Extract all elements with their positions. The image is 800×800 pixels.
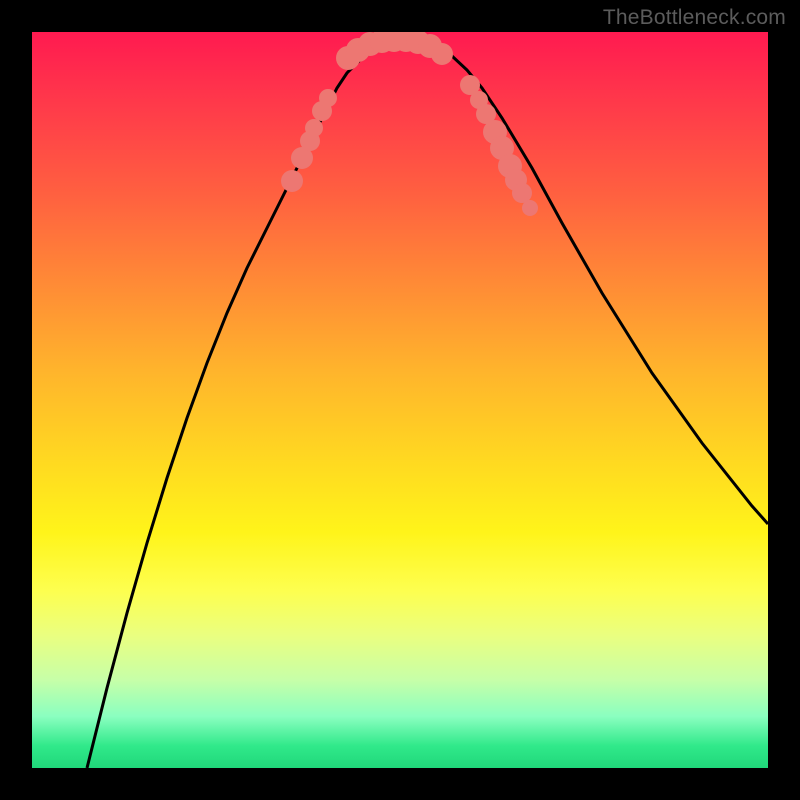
data-markers (281, 32, 538, 216)
attribution-label: TheBottleneck.com (603, 6, 786, 30)
data-marker (512, 183, 532, 203)
chart-frame: TheBottleneck.com (0, 0, 800, 800)
chart-plot-area (32, 32, 768, 768)
chart-svg (32, 32, 768, 768)
data-marker (431, 43, 453, 65)
data-marker (522, 200, 538, 216)
data-marker (305, 119, 323, 137)
data-marker (319, 89, 337, 107)
bottleneck-curve (87, 40, 768, 768)
data-marker (281, 170, 303, 192)
